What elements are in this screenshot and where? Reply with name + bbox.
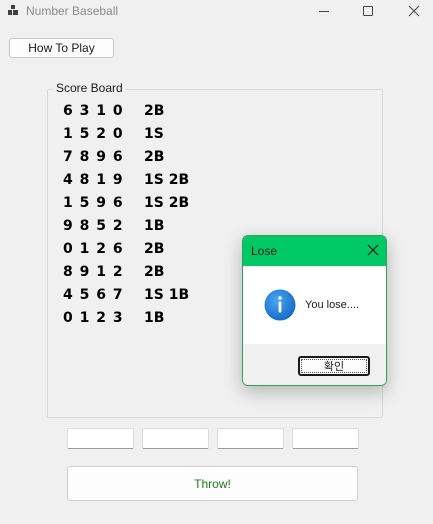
dialog-title: Lose	[251, 244, 278, 258]
app-icon	[8, 5, 18, 15]
window-title: Number Baseball	[26, 4, 119, 18]
digit-input-2[interactable]	[142, 428, 209, 449]
maximize-icon	[363, 6, 373, 16]
scoreboard-title: Score Board	[53, 81, 126, 95]
main-window: Number Baseball How To Play Score Board …	[0, 0, 433, 524]
score-guess: 4 8 1 9	[63, 172, 124, 188]
score-guess: 0 1 2 3	[63, 310, 124, 326]
score-result: 2B	[144, 241, 165, 257]
score-result: 1S 2B	[144, 195, 190, 211]
digit-input-4[interactable]	[292, 428, 359, 449]
score-guess: 0 1 2 6	[63, 241, 124, 257]
score-guess: 7 8 9 6	[63, 149, 124, 165]
score-guess: 6 3 1 0	[63, 103, 124, 119]
how-to-play-button[interactable]: How To Play	[9, 38, 114, 58]
score-guess: 8 9 1 2	[63, 264, 124, 280]
throw-button[interactable]: Throw!	[67, 466, 358, 501]
score-result: 1B	[144, 218, 165, 234]
score-guess: 1 5 9 6	[63, 195, 124, 211]
dialog-message: You lose....	[305, 299, 360, 311]
maximize-button[interactable]	[345, 0, 391, 22]
minimize-icon	[319, 11, 329, 12]
score-result: 1S 2B	[144, 172, 190, 188]
close-button[interactable]	[391, 0, 433, 22]
score-result: 1S 1B	[144, 287, 190, 303]
score-result: 2B	[144, 103, 165, 119]
digit-input-3[interactable]	[217, 428, 284, 449]
digit-input-1[interactable]	[67, 428, 134, 449]
ok-button[interactable]: 확인	[298, 356, 370, 376]
dialog-close-icon[interactable]	[366, 243, 380, 257]
score-result: 2B	[144, 149, 165, 165]
score-guess: 9 8 5 2	[63, 218, 124, 234]
score-result: 2B	[144, 264, 165, 280]
dialog-footer: 확인	[243, 344, 386, 385]
score-guess: 1 5 2 0	[63, 126, 124, 142]
info-icon	[264, 289, 296, 321]
minimize-button[interactable]	[301, 0, 347, 22]
lose-dialog: Lose You lose.... 확인	[242, 235, 387, 386]
dialog-title-bar[interactable]: Lose	[243, 236, 386, 266]
score-result: 1S	[144, 126, 164, 142]
score-guess: 4 5 6 7	[63, 287, 124, 303]
score-result: 1B	[144, 310, 165, 326]
close-icon	[408, 5, 420, 17]
dialog-body: You lose....	[243, 266, 386, 344]
title-bar[interactable]: Number Baseball	[0, 0, 433, 22]
